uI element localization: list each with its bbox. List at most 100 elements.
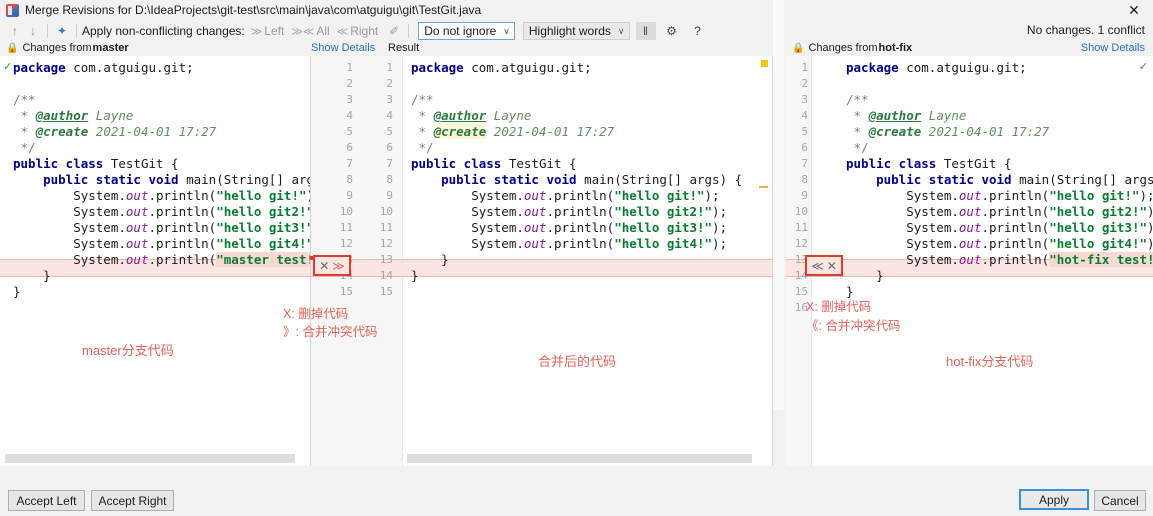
left-code-line-1: package com.atguigu.git; [13, 60, 194, 75]
result-diff-pane[interactable]: 123456789101112131415 123456789101112131… [311, 56, 772, 466]
accept-left-button[interactable]: Accept Left [8, 490, 85, 511]
center-code-line-3: /** [411, 92, 434, 107]
right-code-line-14: } [846, 268, 884, 283]
center-code-line-13: } [411, 252, 449, 267]
center-gutter-a-number-10: 10 [339, 205, 353, 218]
right-gutter-number-5: 5 [801, 125, 808, 138]
right-changes-prefix: Changes from [808, 42, 878, 54]
right-gutter-number-6: 6 [801, 141, 808, 154]
toolbar-divider [47, 24, 48, 38]
show-details-right-link[interactable]: Show Details [1081, 42, 1145, 54]
right-code-line-10: System.out.println("hello git2!") [846, 204, 1153, 219]
apply-button[interactable]: Apply [1019, 489, 1089, 510]
right-gutter-number-8: 8 [801, 173, 808, 186]
center-gutter-a-number-4: 4 [346, 109, 353, 122]
center-gutter-a-number-15: 15 [339, 285, 353, 298]
right-gutter-number-16: 16 [794, 301, 808, 314]
right-conflict-action-box[interactable]: ≪ ✕ [805, 255, 843, 276]
center-code-line-4: * @author Layne [411, 108, 532, 123]
chevron-down-icon-2: ∨ [617, 25, 625, 36]
center-gutter-b-number-7: 7 [386, 157, 393, 170]
center-change-marker-dash [759, 186, 768, 188]
annotation-master-branch-code: master分支代码 [82, 343, 174, 358]
center-code-line-5: * @create 2021-04-01 17:27 [411, 124, 615, 139]
center-code-line-10: System.out.println("hello git2!"); [411, 204, 728, 219]
right-gutter-number-1: 1 [801, 61, 808, 74]
center-vertical-scrollbar[interactable] [773, 0, 784, 410]
apply-right-button[interactable]: ≪ Right [337, 24, 379, 38]
right-gutter-number-12: 12 [794, 237, 808, 250]
left-code-area: package com.atguigu.git; /** * @author L… [13, 60, 310, 300]
center-code-line-12: System.out.println("hello git4!"); [411, 236, 728, 251]
apply-all-icon[interactable]: ✦ [53, 22, 71, 40]
left-diff-pane[interactable]: ✓ package com.atguigu.git; /** * @author… [0, 56, 310, 466]
left-changes-prefix: Changes from [22, 42, 92, 54]
result-label: Result [388, 42, 420, 54]
right-gutter-number-10: 10 [794, 205, 808, 218]
pane-divider-left[interactable] [310, 56, 311, 466]
previous-difference-button[interactable]: ↑ [6, 22, 24, 40]
annotation-right-merge: 《: 合并冲突代码 [806, 319, 901, 333]
center-code-line-6: */ [411, 140, 434, 155]
left-valid-check-icon: ✓ [3, 61, 13, 73]
magic-resolve-icon[interactable]: ✐ [385, 22, 403, 40]
center-gutter-b-number-5: 5 [386, 125, 393, 138]
left-code-line-13: System.out.println("master test! [13, 252, 310, 268]
conflict-remove-icon-2[interactable]: ✕ [827, 260, 837, 272]
gear-icon[interactable]: ⚙ [662, 22, 682, 40]
show-details-left-link[interactable]: Show Details [311, 42, 375, 54]
intellij-idea-icon [6, 3, 19, 17]
apply-left-button[interactable]: ≫ Left [251, 24, 285, 38]
center-gutter-b-number-8: 8 [386, 173, 393, 186]
center-gutter-b-number-9: 9 [386, 189, 393, 202]
right-code-line-8: public static void main(String[] args [876, 172, 1153, 187]
lock-icon-2: 🔒 [792, 42, 805, 54]
right-code-line-4: * @author Layne [846, 108, 967, 123]
ignore-policy-select[interactable]: Do not ignore ∨ [418, 22, 515, 40]
next-difference-button[interactable]: ↓ [24, 22, 42, 40]
left-code-line-9: System.out.println("hello git!") [13, 188, 310, 203]
center-gutter-b-number-4: 4 [386, 109, 393, 122]
left-code-line-10: System.out.println("hello git2!" [13, 204, 310, 219]
conflict-remove-icon[interactable]: ✕ [319, 260, 329, 272]
center-code-line-11: System.out.println("hello git3!"); [411, 220, 728, 235]
center-gutter-a-number-12: 12 [339, 237, 353, 250]
conflict-merge-left-icon[interactable]: ≪ [811, 260, 824, 272]
collapse-unchanged-icon[interactable]: ‖ [635, 22, 656, 40]
center-horizontal-scrollbar[interactable] [407, 454, 752, 463]
double-chevron-left-icon: ≪ [336, 25, 349, 38]
left-code-line-12: System.out.println("hello git4!" [13, 236, 310, 251]
apply-left-label: Left [264, 24, 285, 38]
window-title: Merge Revisions for D:\IdeaProjects\git-… [25, 3, 482, 17]
merge-revisions-dialog: Merge Revisions for D:\IdeaProjects\git-… [0, 0, 1153, 516]
right-gutter-number-9: 9 [801, 189, 808, 202]
accept-right-button[interactable]: Accept Right [91, 490, 174, 511]
center-gutter-a-number-7: 7 [346, 157, 353, 170]
right-valid-check-icon: ✓ [1138, 61, 1148, 73]
conflict-merge-right-icon[interactable]: ≫ [332, 260, 345, 272]
right-gutter-number-3: 3 [801, 93, 808, 106]
right-gutter-number-4: 4 [801, 109, 808, 122]
highlight-policy-value: Highlight words [528, 24, 611, 38]
highlight-policy-select[interactable]: Highlight words ∨ [522, 22, 630, 40]
right-code-area: package com.atguigu.git; /** * @author L… [846, 60, 1153, 300]
left-branch-name: master [92, 42, 129, 54]
double-chevron-right-icon: ≫ [250, 25, 263, 38]
center-conflict-action-box[interactable]: ✕ ≫ [313, 255, 351, 276]
close-icon[interactable]: ✕ [1123, 1, 1145, 19]
apply-all-button[interactable]: ≫≪ All [291, 24, 329, 38]
left-code-line-7: public class TestGit { [13, 156, 179, 171]
chevron-down-icon: ∨ [503, 25, 510, 36]
help-icon[interactable]: ? [688, 22, 708, 40]
cancel-button[interactable]: Cancel [1094, 490, 1146, 511]
center-conflict-marker-chip [761, 60, 768, 67]
center-code-line-14: } [411, 268, 419, 283]
center-gutter-b-number-1: 1 [386, 61, 393, 74]
center-gutter-b-number-13: 13 [379, 253, 393, 266]
right-gutter-number-2: 2 [801, 77, 808, 90]
annotation-center-merge: 》: 合并冲突代码 [283, 325, 378, 339]
double-chevron-both-icon: ≫≪ [291, 25, 315, 38]
left-horizontal-scrollbar[interactable] [5, 454, 295, 463]
right-code-line-3: /** [846, 92, 869, 107]
center-gutter-a-number-1: 1 [346, 61, 353, 74]
